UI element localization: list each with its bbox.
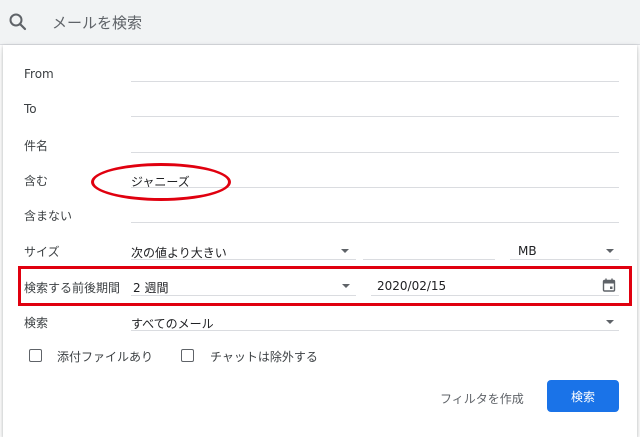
create-filter-button[interactable]: フィルタを作成 bbox=[440, 390, 524, 407]
search-input[interactable]: メールを検索 bbox=[52, 12, 142, 33]
size-unit-select[interactable]: MB bbox=[518, 244, 537, 258]
doesnt-have-field[interactable] bbox=[131, 222, 619, 223]
has-words-label: 含む bbox=[24, 174, 49, 188]
chevron-down-icon[interactable] bbox=[606, 249, 614, 253]
size-unit-underline bbox=[510, 259, 619, 260]
to-field[interactable] bbox=[131, 116, 619, 117]
exclude-chats-checkbox[interactable] bbox=[181, 349, 194, 362]
has-attachment-label[interactable]: 添付ファイルあり bbox=[57, 348, 153, 365]
from-field[interactable] bbox=[131, 81, 619, 82]
search-button[interactable]: 検索 bbox=[547, 380, 619, 412]
has-attachment-checkbox[interactable] bbox=[29, 349, 42, 362]
size-comparator-underline bbox=[131, 259, 356, 260]
annotation-rectangle bbox=[18, 266, 632, 306]
chevron-down-icon[interactable] bbox=[341, 249, 349, 253]
exclude-chats-label[interactable]: チャットは除外する bbox=[210, 348, 318, 365]
size-label: サイズ bbox=[24, 245, 60, 259]
doesnt-have-label: 含まない bbox=[24, 209, 73, 223]
from-label: From bbox=[24, 67, 54, 81]
size-amount-field[interactable] bbox=[363, 259, 495, 260]
to-label: To bbox=[24, 102, 37, 116]
subject-field[interactable] bbox=[131, 152, 619, 153]
search-scope-underline bbox=[131, 330, 619, 331]
annotation-ellipse bbox=[91, 163, 231, 201]
subject-label: 件名 bbox=[24, 139, 49, 153]
search-scope-label: 検索 bbox=[24, 316, 49, 330]
advanced-search-panel bbox=[3, 45, 637, 437]
search-bar[interactable]: メールを検索 bbox=[0, 0, 640, 45]
search-icon[interactable] bbox=[8, 12, 28, 32]
chevron-down-icon[interactable] bbox=[606, 320, 614, 324]
